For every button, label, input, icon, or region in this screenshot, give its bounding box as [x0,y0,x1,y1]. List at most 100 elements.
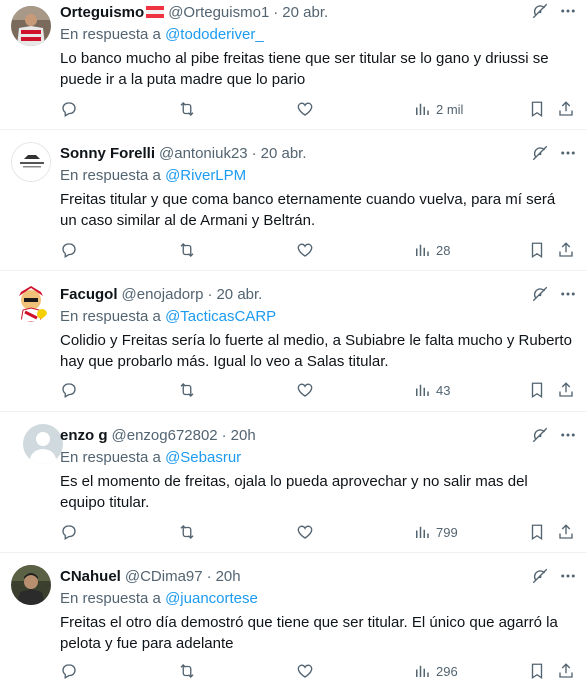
timestamp[interactable]: 20 abr. [261,145,307,162]
like-icon[interactable] [296,241,314,259]
reply-icon[interactable] [60,662,78,680]
like-icon[interactable] [296,100,314,118]
timestamp[interactable]: 20 abr. [216,286,262,303]
author-handle[interactable]: @antoniuk23 [159,145,248,162]
reply-context: En respuesta a @TacticasCARP [60,307,573,327]
share-icon[interactable] [557,241,575,259]
share-icon[interactable] [557,662,575,680]
views-count: 43 [436,382,451,398]
retweet-icon[interactable] [178,241,196,259]
tweet[interactable]: Orteguismo @Orteguismo1 · 20 abr. En res… [0,0,587,130]
timestamp[interactable]: 20h [216,568,241,585]
timestamp[interactable]: 20h [231,427,256,444]
author-name[interactable]: Facugol [60,286,118,303]
author-handle[interactable]: @CDima97 [125,568,203,585]
reply-icon[interactable] [60,100,78,118]
grok-icon[interactable] [531,144,549,162]
views-count: 28 [436,242,451,258]
separator-dot: · [251,144,257,162]
tweet-body: CNahuel @CDima97 · 20h En respuesta a @j… [60,566,573,654]
retweet-icon[interactable] [178,523,196,541]
retweet-icon[interactable] [178,662,196,680]
reply-icon[interactable] [60,523,78,541]
reply-to-link[interactable]: @tododeriver_ [165,26,264,43]
reply-prefix: En respuesta a [60,26,161,43]
reply-icon[interactable] [60,381,78,399]
tweet-menu [531,285,577,303]
more-options-icon[interactable] [559,567,577,585]
reply-to-link[interactable]: @TacticasCARP [165,308,276,325]
share-icon[interactable] [557,381,575,399]
reply-icon[interactable] [60,241,78,259]
views-icon [416,665,429,677]
author-name[interactable]: Sonny Forelli [60,145,155,162]
tweet-text: Colidio y Freitas sería lo fuerte al med… [60,332,572,370]
views-icon [416,103,429,115]
avatar[interactable] [23,424,63,464]
retweet-icon[interactable] [178,381,196,399]
reply-to-link[interactable]: @juancortese [165,590,258,607]
like-icon[interactable] [296,662,314,680]
tweet-text: Freitas titular y que coma banco eternam… [60,191,556,229]
tweet[interactable]: Facugol @enojadorp · 20 abr. En respuest… [0,271,587,412]
views-button[interactable]: 296 [413,662,458,680]
tweet-menu [531,567,577,585]
tweet-body: Sonny Forelli @antoniuk23 · 20 abr. En r… [60,143,573,231]
grok-icon[interactable] [531,285,549,303]
tweet-text: Lo banco mucho al pibe freitas tiene que… [60,50,549,88]
bookmark-icon[interactable] [528,241,546,259]
avatar[interactable] [11,282,51,322]
more-options-icon[interactable] [559,426,577,444]
more-options-icon[interactable] [559,285,577,303]
timestamp[interactable]: 20 abr. [282,4,328,21]
bookmark-icon[interactable] [528,662,546,680]
avatar[interactable] [11,6,51,46]
avatar[interactable] [11,142,51,182]
like-icon[interactable] [296,381,314,399]
tweet[interactable]: Sonny Forelli @antoniuk23 · 20 abr. En r… [0,130,587,271]
views-count: 799 [436,524,458,540]
reply-prefix: En respuesta a [60,308,161,325]
tweet-body: Orteguismo @Orteguismo1 · 20 abr. En res… [60,2,573,90]
more-options-icon[interactable] [559,2,577,20]
tweet-menu [531,2,577,20]
bookmark-icon[interactable] [528,100,546,118]
grok-icon[interactable] [531,2,549,20]
share-icon[interactable] [557,523,575,541]
like-icon[interactable] [296,523,314,541]
grok-icon[interactable] [531,567,549,585]
views-button[interactable]: 28 [413,241,450,259]
grok-icon[interactable] [531,426,549,444]
reply-to-link[interactable]: @Sebasrur [165,449,241,466]
retweet-icon[interactable] [178,100,196,118]
avatar[interactable] [11,565,51,605]
bookmark-icon[interactable] [528,523,546,541]
tweet-header: Orteguismo @Orteguismo1 · 20 abr. [60,2,573,22]
views-button[interactable]: 43 [413,381,450,399]
views-button[interactable]: 799 [413,523,458,541]
author-handle[interactable]: @Orteguismo1 [168,4,269,21]
views-icon [416,244,429,256]
author-handle[interactable]: @enojadorp [122,286,204,303]
views-icon [416,526,429,538]
more-options-icon[interactable] [559,144,577,162]
tweet-actions: 799 [60,522,577,542]
reply-context: En respuesta a @RiverLPM [60,166,573,186]
author-name[interactable]: Orteguismo [60,4,144,21]
share-icon[interactable] [557,100,575,118]
tweet-menu [531,426,577,444]
reply-prefix: En respuesta a [60,449,161,466]
views-button[interactable]: 2 mil [413,100,463,118]
author-name[interactable]: CNahuel [60,568,121,585]
tweet-actions: 43 [60,380,577,400]
reply-context: En respuesta a @tododeriver_ [60,25,573,45]
reply-to-link[interactable]: @RiverLPM [165,167,246,184]
author-handle[interactable]: @enzog672802 [112,427,218,444]
tweet-text: Freitas el otro día demostró que tiene q… [60,614,558,652]
separator-dot: · [273,3,279,21]
tweet[interactable]: enzo g @enzog672802 · 20h En respuesta a… [0,412,587,553]
tweet[interactable]: CNahuel @CDima97 · 20h En respuesta a @j… [0,553,587,691]
flag-icon [146,6,165,18]
bookmark-icon[interactable] [528,381,546,399]
author-name[interactable]: enzo g [60,427,108,444]
